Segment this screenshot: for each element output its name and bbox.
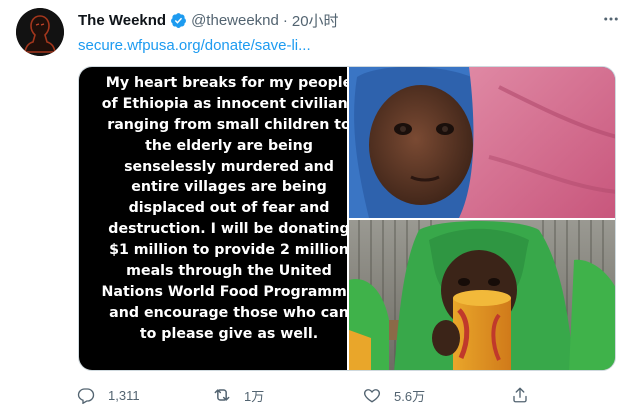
children-drinking-photo[interactable] <box>349 220 615 370</box>
share-button[interactable] <box>510 384 530 406</box>
notes-line: $1 million to provide 2 million <box>109 242 347 259</box>
child-portrait-photo[interactable] <box>349 67 615 218</box>
notes-line: ranging from small children to <box>107 116 347 133</box>
notes-screenshot-image[interactable]: My heart breaks for my people of Ethiopi… <box>79 67 347 370</box>
reply-button[interactable]: 1,311 <box>76 384 140 406</box>
notes-line: senselessly murdered and <box>124 158 334 175</box>
tweet[interactable]: The Weeknd @theweeknd · 20小时 secure.wfpu… <box>0 0 640 414</box>
tweet-header: The Weeknd @theweeknd · 20小时 <box>78 10 339 30</box>
notes-line: Nations World Food Programme <box>101 283 347 300</box>
like-button[interactable]: 5.6万 <box>362 384 425 406</box>
notes-line: displaced out of fear and <box>128 200 330 217</box>
notes-line: destruction. I will be donating <box>108 221 347 238</box>
notes-line: to please give as well. <box>139 325 319 342</box>
avatar[interactable] <box>16 8 64 56</box>
avatar-image <box>16 8 64 56</box>
notes-line: My heart breaks for my people <box>105 75 347 91</box>
more-options-icon[interactable] <box>600 8 622 30</box>
timestamp[interactable]: 20小时 <box>292 10 339 31</box>
heart-icon <box>362 385 382 405</box>
notes-line: entire villages are being <box>131 179 327 196</box>
tweet-actions: 1,311 1万 5.6万 <box>68 384 608 406</box>
retweet-button[interactable]: 1万 <box>212 384 264 406</box>
media-grid: My heart breaks for my people of Ethiopi… <box>78 66 616 371</box>
retweet-count: 1万 <box>244 388 265 404</box>
reply-icon <box>76 385 96 405</box>
share-icon <box>510 385 530 405</box>
verified-badge-icon <box>170 12 187 29</box>
notes-line: and encourage those who can <box>109 304 347 321</box>
like-count: 5.6万 <box>394 388 426 404</box>
notes-line: the elderly are being <box>145 137 313 154</box>
separator-dot: · <box>282 11 288 29</box>
handle[interactable]: @theweeknd <box>191 12 279 29</box>
notes-text: My heart breaks for my people of Ethiopi… <box>79 73 347 345</box>
tweet-link[interactable]: secure.wfpusa.org/donate/save-li... <box>78 37 311 54</box>
notes-line: meals through the United <box>126 263 332 280</box>
display-name[interactable]: The Weeknd <box>78 12 166 29</box>
reply-count: 1,311 <box>108 387 140 403</box>
retweet-icon <box>212 385 232 405</box>
notes-line: of Ethiopia as innocent civilians <box>101 95 347 112</box>
